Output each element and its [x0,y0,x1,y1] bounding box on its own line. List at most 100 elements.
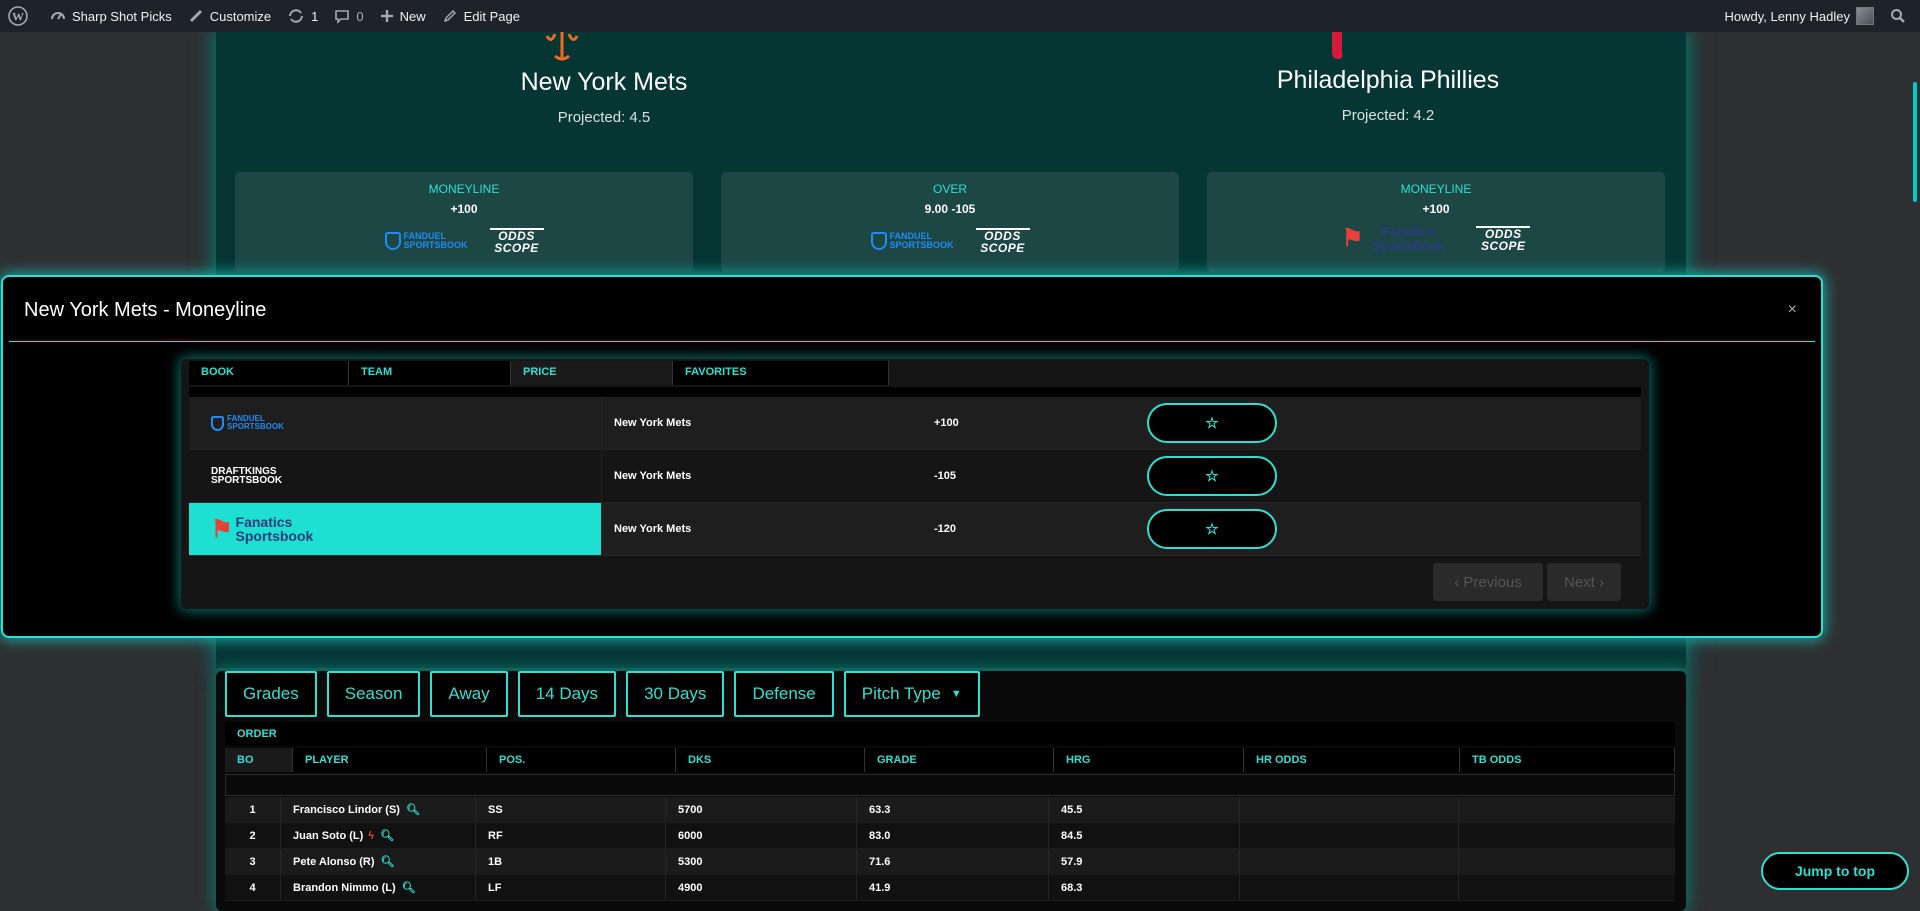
home-team: Philadelphia Phillies Projected: 4.2 [1218,66,1558,124]
away-team-projected: Projected: 4.5 [557,109,651,126]
my-account-link[interactable]: Howdy, Lenny Hadley [1717,0,1883,32]
comment-icon [335,10,350,24]
away-team-name: New York Mets [520,68,688,96]
lineup-header: BO PLAYER POS. DKS GRADE HRG HR ODDS TB … [225,748,1675,772]
fanatics-logo: ⚑ Fanatics Sportsbook [1341,223,1445,253]
fanduel-logo: FANDUEL SPORTSBOOK [384,232,468,250]
odds-modal: New York Mets - Moneyline × BOOK TEAM PR… [1,275,1823,638]
batting-order: 3 [225,849,281,874]
bet-card-over[interactable]: OVER 9.00 -105 FANDUEL SPORTSBOOK ODDS S… [721,172,1179,272]
filter-grades-button[interactable]: Grades [225,671,317,717]
dashboard-icon [51,12,65,20]
player-name: Juan Soto (L) [293,829,364,842]
col-bo[interactable]: BO [225,748,293,772]
col-player[interactable]: PLAYER [293,748,487,772]
filter-bar: Grades Season Away 14 Days 30 Days Defen… [225,671,980,717]
book-cell: DRAFTKINGS SPORTSBOOK [189,450,602,502]
col-hrg[interactable]: HRG [1054,748,1244,772]
oddsscope-logo: ODDS SCOPE [1476,225,1531,252]
fanduel-logo: FANDUEL SPORTSBOOK [870,232,954,250]
dks: 5700 [666,797,857,822]
filter-season-button[interactable]: Season [326,671,421,717]
col-dks[interactable]: DKS [676,748,865,772]
table-row: FANDUEL SPORTSBOOK New York Mets +100 ☆ [189,397,1641,450]
dks: 6000 [666,823,857,848]
close-icon[interactable]: × [1788,301,1797,319]
pitch-type-dropdown[interactable]: Pitch Type ▼ [843,671,980,717]
player-name: Brandon Nimmo (L) [293,881,396,894]
bet-card-away-moneyline[interactable]: MONEYLINE +100 FANDUEL SPORTSBOOK ODDS S… [235,172,693,272]
search-icon[interactable]: 🔍︎ [406,803,420,816]
wordpress-logo-icon[interactable]: W [0,0,42,32]
svg-text:W: W [12,10,24,24]
edit-page-label: Edit Page [463,8,520,24]
header-spacer [225,774,1675,796]
col-team[interactable]: TEAM [349,361,511,385]
filter-30-days-button[interactable]: 30 Days [626,671,725,717]
price-cell: -120 [934,523,957,535]
batting-order: 1 [225,797,281,822]
customize-label: Customize [209,8,272,24]
grade: 71.6 [857,849,1049,874]
pencil-icon [443,9,456,23]
table-row: ⚑ Fanatics Sportsbook New York Mets -120 … [189,503,1641,556]
table-row: 1 Francisco Lindor (S) 🔍︎ SS 5700 63.3 45… [225,797,1675,823]
mets-logo-icon [545,32,579,61]
col-favorites[interactable]: FAVORITES [673,361,889,385]
col-pos[interactable]: POS. [487,748,676,772]
favorite-star-button[interactable]: ☆ [1147,509,1277,549]
plus-icon [380,10,393,22]
dks: 4900 [666,875,857,900]
table-row: 4 Brandon Nimmo (L) 🔍︎ LF 4900 41.9 68.3 [225,875,1675,901]
favorite-star-button[interactable]: ☆ [1147,456,1277,496]
previous-button[interactable]: ‹ Previous [1433,563,1543,601]
dks: 5300 [666,849,857,874]
filter-defense-button[interactable]: Defense [734,671,834,717]
table-row: 3 Pete Alonso (R) 🔍︎ 1B 5300 71.6 57.9 [225,849,1675,875]
col-book[interactable]: BOOK [189,361,349,385]
bet-value: +100 [1422,202,1450,216]
new-label: New [399,8,426,24]
scrollbar-thumb[interactable] [1913,82,1917,202]
grade: 63.3 [857,797,1049,822]
lineup-panel: Grades Season Away 14 Days 30 Days Defen… [216,671,1686,911]
col-grade[interactable]: GRADE [865,748,1054,772]
modal-divider [9,341,1815,342]
position: SS [476,797,666,822]
lightning-icon: ϟ [368,829,375,842]
header-spacer [189,387,1641,397]
col-hr-odds[interactable]: HR ODDS [1244,748,1460,772]
new-content-link[interactable]: New [372,0,434,32]
bet-card-home-moneyline[interactable]: MONEYLINE +100 ⚑ Fanatics Sportsbook ODDS… [1207,172,1665,272]
batting-order: 2 [225,823,281,848]
search-icon[interactable]: 🔍︎ [381,855,395,868]
filter-14-days-button[interactable]: 14 Days [517,671,617,717]
team-cell: New York Mets [614,523,692,535]
caret-down-icon: ▼ [950,688,962,700]
hrg: 45.5 [1049,797,1240,822]
search-icon[interactable]: 🔍︎ [380,829,394,842]
edit-page-link[interactable]: Edit Page [434,0,528,32]
jump-to-top-button[interactable]: Jump to top [1761,852,1909,890]
filter-away-button[interactable]: Away [430,671,508,717]
order-label: ORDER [225,722,1675,746]
player-name: Francisco Lindor (S) [293,803,400,816]
phillies-logo-icon [1332,32,1343,59]
updates-link[interactable]: 1 [279,0,326,32]
search-icon[interactable]: 🔍︎ [402,881,416,894]
customize-link[interactable]: Customize [180,0,279,32]
tb-odds [1459,797,1675,822]
oddsscope-logo: ODDS SCOPE [975,228,1030,254]
next-button[interactable]: Next › [1547,563,1621,601]
admin-search-icon[interactable] [1882,0,1920,32]
tb-odds [1459,875,1675,900]
site-name-link[interactable]: Sharp Shot Picks [42,0,180,32]
favorite-star-button[interactable]: ☆ [1147,403,1277,443]
comments-link[interactable]: 0 [326,0,371,32]
book-cell-highlighted: ⚑ Fanatics Sportsbook [189,503,602,555]
fanduel-logo: FANDUEL SPORTSBOOK [211,415,284,431]
col-price[interactable]: PRICE [511,361,673,385]
draftkings-logo: DRAFTKINGS SPORTSBOOK [211,466,283,486]
col-tb-odds[interactable]: TB ODDS [1460,748,1675,772]
home-team-projected: Projected: 4.2 [1341,107,1435,124]
